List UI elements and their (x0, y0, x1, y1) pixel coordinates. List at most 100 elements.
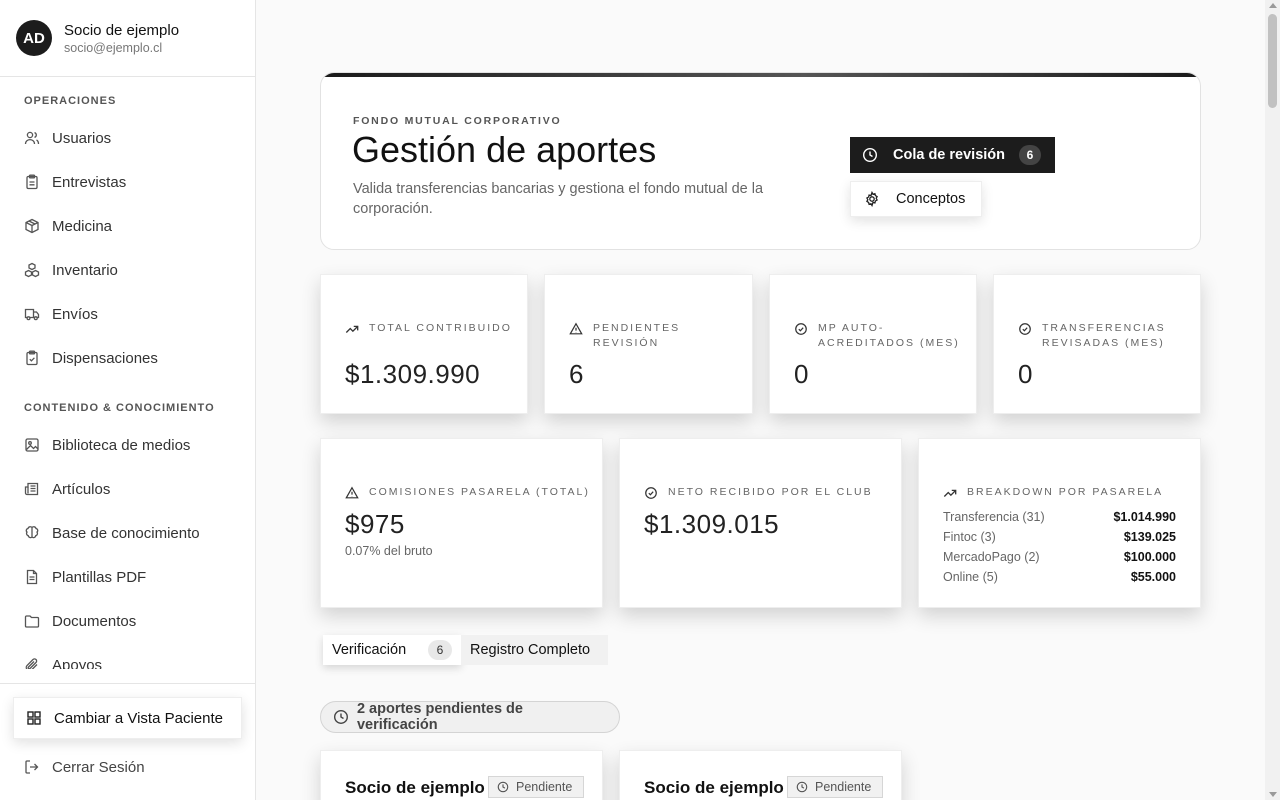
sidebar-item-label: Base de conocimiento (52, 524, 200, 542)
sidebar-item-label: Documentos (52, 612, 137, 630)
trending-up-icon (943, 486, 957, 500)
tab-registro-completo[interactable]: Registro Completo (461, 635, 608, 665)
stat-subtext: 0.07% del bruto (345, 544, 433, 558)
review-queue-button[interactable]: Cola de revisión 6 (850, 137, 1055, 173)
stat-label: BREAKDOWN POR PASARELA (943, 485, 1193, 500)
stat-value: $1.309.015 (644, 509, 780, 539)
sidebar-item-envios[interactable]: Envíos (0, 292, 255, 336)
avatar: AD (16, 20, 52, 56)
boxes-icon (24, 262, 40, 278)
paperclip-icon (24, 657, 40, 669)
user-email: socio@ejemplo.cl (64, 40, 163, 55)
list-item: Transferencia (31) $1.014.990 (943, 510, 1176, 524)
stat-card-total: TOTAL CONTRIBUIDO $1.309.990 (320, 274, 528, 414)
sidebar: AD Socio de ejemplo socio@ejemplo.cl OPE… (0, 0, 256, 800)
stat-card-pending: PENDIENTES REVISIÓN 6 (544, 274, 753, 414)
brain-icon (24, 525, 40, 541)
stat-card-net: NETO RECIBIDO POR EL CLUB $1.309.015 (619, 438, 902, 608)
stat-value: $1.309.990 (345, 359, 481, 389)
list-item: MercadoPago (2) $100.000 (943, 550, 1176, 564)
image-icon (24, 437, 40, 453)
stat-label: COMISIONES PASARELA (TOTAL) (345, 485, 595, 500)
tab-verificacion[interactable]: Verificación 6 (323, 635, 461, 665)
logout-button[interactable]: Cerrar Sesión (24, 745, 145, 789)
stat-card-breakdown: BREAKDOWN POR PASARELA Transferencia (31… (918, 438, 1201, 608)
layout-grid-icon (26, 710, 42, 726)
sidebar-item-label: Entrevistas (52, 173, 127, 191)
newspaper-icon (24, 481, 40, 497)
scrollbar-thumb[interactable] (1268, 14, 1277, 108)
sidebar-item-label: Plantillas PDF (52, 568, 147, 586)
review-queue-label: Cola de revisión (893, 147, 1006, 163)
sidebar-item-documentos[interactable]: Documentos (0, 599, 255, 643)
truck-icon (24, 306, 40, 322)
switch-patient-view-label: Cambiar a Vista Paciente (54, 709, 223, 727)
clipboard-check-icon (24, 350, 40, 366)
sidebar-item-label: Apoyos (52, 656, 103, 670)
sidebar-item-biblioteca[interactable]: Biblioteca de medios (0, 423, 255, 467)
stat-label: MP AUTO-ACREDITADOS (MES) (794, 321, 964, 351)
stat-value: 6 (569, 359, 584, 389)
stat-card-mp: MP AUTO-ACREDITADOS (MES) 0 (769, 274, 977, 414)
section-title-contenido: CONTENIDO & CONOCIMIENTO (24, 402, 215, 414)
sidebar-item-label: Medicina (52, 217, 113, 235)
sidebar-item-label: Biblioteca de medios (52, 436, 191, 454)
sidebar-item-entrevistas[interactable]: Entrevistas (0, 160, 255, 204)
concepts-label: Conceptos (896, 191, 966, 207)
stat-value: 0 (794, 359, 809, 389)
header-accent-bar (321, 73, 1200, 77)
sidebar-item-plantillas-pdf[interactable]: Plantillas PDF (0, 555, 255, 599)
sidebar-item-usuarios[interactable]: Usuarios (0, 116, 255, 160)
stat-value: $975 (345, 509, 405, 539)
clock-icon (333, 709, 349, 725)
concepts-button[interactable]: Conceptos (850, 181, 982, 217)
sidebar-item-base-conocimiento[interactable]: Base de conocimiento (0, 511, 255, 555)
pending-contribution-card[interactable]: Socio de ejemplo Pendiente (619, 750, 902, 800)
logout-icon (24, 759, 40, 775)
sidebar-item-inventario[interactable]: Inventario (0, 248, 255, 292)
contributor-name: Socio de ejemplo (345, 778, 485, 797)
page-title: Gestión de aportes (352, 129, 657, 170)
alert-triangle-icon (569, 322, 583, 336)
check-circle-icon (644, 486, 658, 500)
sidebar-item-label: Artículos (52, 480, 111, 498)
scroll-down-arrow-icon[interactable] (1269, 792, 1277, 797)
user-profile[interactable]: AD Socio de ejemplo socio@ejemplo.cl (0, 0, 255, 77)
sidebar-nav: OPERACIONES Usuarios Entrevistas Medicin… (0, 77, 255, 669)
pending-summary-badge: 2 aportes pendientes de verificación (320, 701, 620, 733)
sidebar-item-apoyos[interactable]: Apoyos (0, 643, 255, 669)
stat-value: 0 (1018, 359, 1033, 389)
clock-icon (862, 147, 878, 163)
pending-contribution-card[interactable]: Socio de ejemplo Pendiente (320, 750, 603, 800)
gear-icon (864, 190, 880, 208)
sidebar-item-medicina[interactable]: Medicina (0, 204, 255, 248)
page-scrollbar[interactable] (1265, 0, 1280, 800)
users-icon (24, 130, 40, 146)
clock-icon (497, 781, 509, 793)
folder-icon (24, 613, 40, 629)
stat-label: PENDIENTES REVISIÓN (569, 321, 739, 351)
stat-label: NETO RECIBIDO POR EL CLUB (644, 485, 894, 500)
scroll-up-arrow-icon[interactable] (1269, 3, 1277, 8)
logout-label: Cerrar Sesión (52, 758, 145, 776)
file-text-icon (24, 569, 40, 585)
page-eyebrow: FONDO MUTUAL CORPORATIVO (353, 115, 562, 127)
stat-label: TOTAL CONTRIBUIDO (345, 321, 515, 336)
list-item: Fintoc (3) $139.025 (943, 530, 1176, 544)
trending-up-icon (345, 322, 359, 336)
sidebar-item-label: Dispensaciones (52, 349, 158, 367)
sidebar-item-articulos[interactable]: Artículos (0, 467, 255, 511)
tab-label: Verificación (332, 642, 407, 658)
sidebar-item-label: Usuarios (52, 129, 112, 147)
tab-count-badge: 6 (428, 640, 452, 660)
page-header-card: FONDO MUTUAL CORPORATIVO Gestión de apor… (320, 72, 1201, 250)
alert-triangle-icon (345, 486, 359, 500)
sidebar-item-dispensaciones[interactable]: Dispensaciones (0, 336, 255, 380)
stat-card-fees: COMISIONES PASARELA (TOTAL) $975 0.07% d… (320, 438, 603, 608)
clipboard-icon (24, 174, 40, 190)
sidebar-footer: Cambiar a Vista Paciente Cerrar Sesión (0, 683, 255, 800)
check-circle-icon (794, 322, 808, 336)
switch-patient-view-button[interactable]: Cambiar a Vista Paciente (13, 697, 242, 739)
user-name: Socio de ejemplo (64, 21, 180, 39)
section-title-operaciones: OPERACIONES (24, 95, 117, 107)
